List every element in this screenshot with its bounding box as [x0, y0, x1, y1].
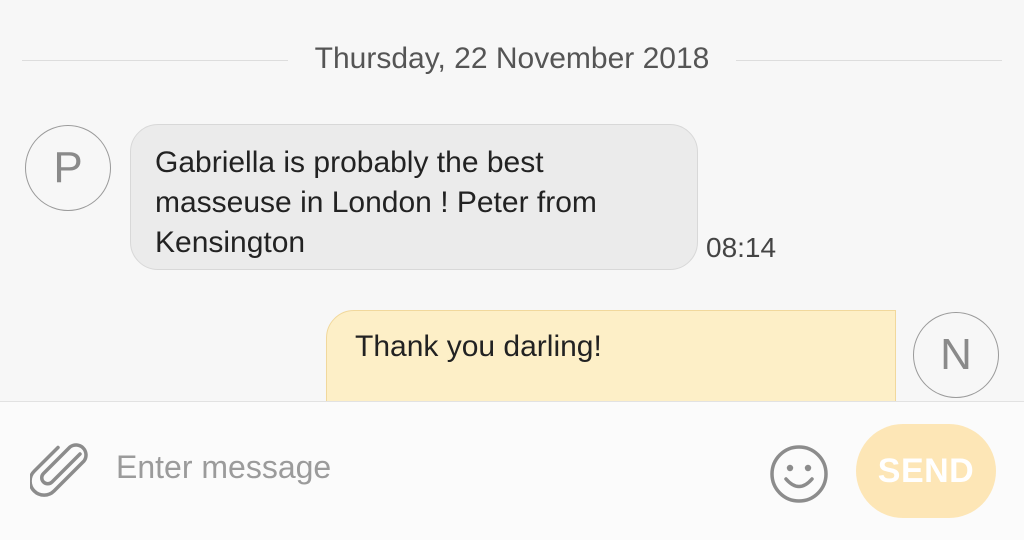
paperclip-icon[interactable]	[30, 440, 94, 504]
avatar-self[interactable]: N	[913, 312, 999, 398]
message-composer: SEND	[0, 401, 1024, 540]
message-input[interactable]	[112, 442, 740, 492]
message-timestamp: 08:14	[706, 232, 777, 263]
date-label: Thursday, 22 November 2018	[314, 42, 710, 75]
divider-left	[22, 60, 288, 61]
avatar-sender[interactable]: P	[25, 125, 111, 211]
incoming-message-bubble[interactable]: Gabriella is probably the best masseuse …	[130, 124, 698, 270]
divider-right	[736, 60, 1002, 61]
smiley-icon[interactable]	[767, 442, 831, 506]
send-button[interactable]: SEND	[856, 424, 996, 518]
date-separator: Thursday, 22 November 2018	[0, 40, 1024, 84]
